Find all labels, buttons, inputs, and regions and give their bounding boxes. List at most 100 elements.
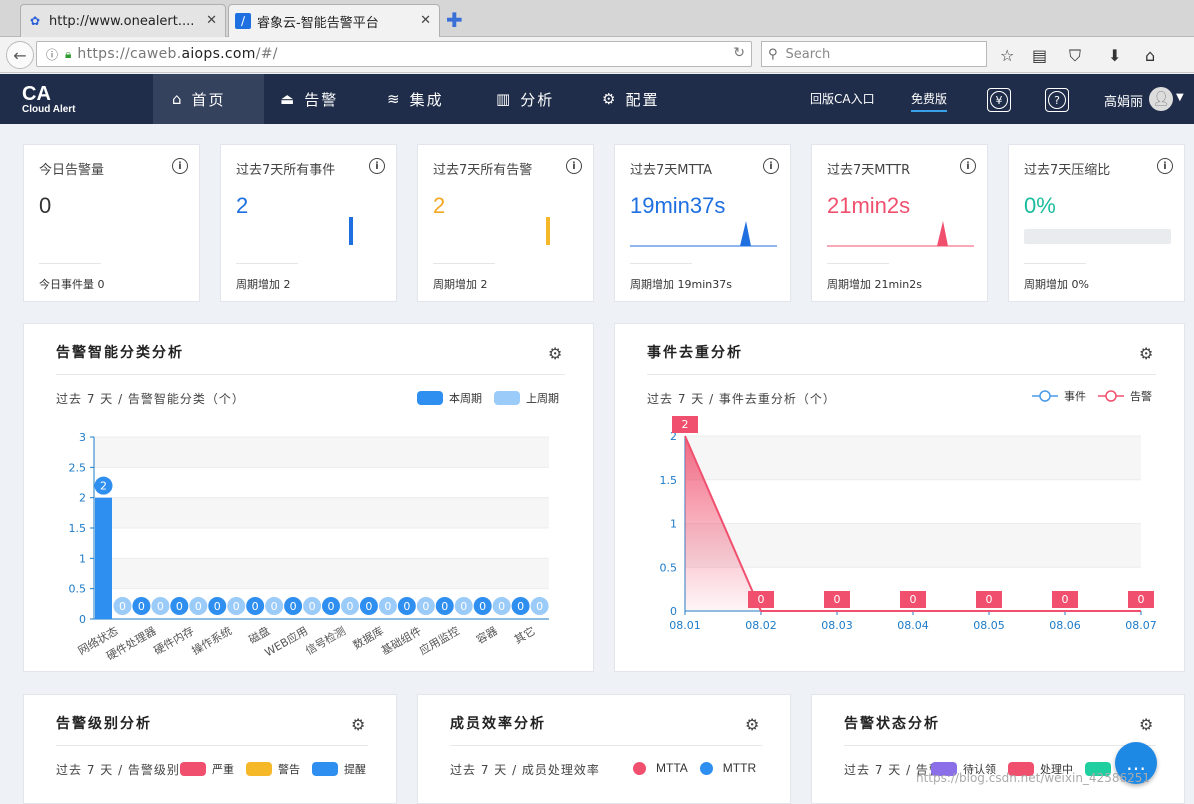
url-text: https://caweb.aiops.com/#/ xyxy=(77,46,278,62)
legend-swatch xyxy=(180,762,206,776)
download-icon[interactable]: ⬇ xyxy=(1108,46,1121,65)
data-label: 0 xyxy=(986,593,993,606)
y-tick-label: 2.5 xyxy=(69,461,87,474)
back-button[interactable]: ← xyxy=(6,41,34,69)
browser-tab-onealert[interactable]: ✿ http://www.onealert.... ✕ xyxy=(20,4,226,37)
bookmark-star-icon[interactable]: ☆ xyxy=(1000,46,1014,65)
data-label: 0 xyxy=(195,600,202,613)
info-icon[interactable]: i xyxy=(172,158,188,174)
billing-button[interactable]: ¥ xyxy=(987,88,1011,112)
legend: 严重 警告 提醒 xyxy=(180,761,366,777)
info-icon[interactable]: i xyxy=(369,158,385,174)
layers-icon: ≋ xyxy=(387,90,402,108)
new-tab-button[interactable]: ✚ xyxy=(446,8,463,32)
data-label: 0 xyxy=(365,600,372,613)
x-tick-label: 容器 xyxy=(474,623,500,646)
panel-title: 告警状态分析 xyxy=(844,716,940,732)
panel-member-efficiency: 成员效率分析 ⚙ 过去 7 天 / 成员处理效率 MTTA MTTR xyxy=(417,694,791,804)
y-tick-label: 0.5 xyxy=(660,561,678,574)
search-input[interactable]: ⚲ Search xyxy=(761,41,987,67)
logo[interactable]: CA Cloud Alert xyxy=(22,84,76,115)
gear-icon[interactable]: ⚙ xyxy=(745,715,759,734)
home-icon: ⌂ xyxy=(172,90,184,108)
kpi-value: 2 xyxy=(236,193,249,218)
data-label: 0 xyxy=(441,600,448,613)
panel-title: 告警级别分析 xyxy=(56,716,152,732)
nav-home[interactable]: ⌂ 首页 xyxy=(153,74,264,124)
data-label: 0 xyxy=(1138,593,1145,606)
info-icon[interactable]: i xyxy=(566,158,582,174)
reload-icon[interactable]: ↻ xyxy=(733,45,745,61)
app-favicon-icon: ∕ xyxy=(235,13,251,29)
data-label: 0 xyxy=(479,600,486,613)
kpi-sparkline xyxy=(827,221,974,247)
browser-tab-ruixiang[interactable]: ∕ 睿象云-智能告警平台 ✕ xyxy=(228,4,440,37)
info-icon[interactable]: i xyxy=(960,158,976,174)
close-icon[interactable]: ✕ xyxy=(206,13,217,28)
y-tick-label: 0 xyxy=(670,605,677,618)
chevron-down-icon[interactable]: ▼ xyxy=(1176,92,1184,103)
info-icon[interactable]: i xyxy=(763,158,779,174)
avatar[interactable]: 👤︎ xyxy=(1149,87,1173,111)
old-version-link[interactable]: 回版CA入口 xyxy=(810,90,875,107)
siren-icon: ⏏ xyxy=(280,90,297,108)
kpi-value: 2 xyxy=(433,193,446,218)
kpi-card-mttr: 过去7天MTTR i 21min2s 周期增加 21min2s xyxy=(811,144,988,302)
info-icon[interactable]: i xyxy=(1157,158,1173,174)
legend-swatch xyxy=(699,761,713,775)
legend-swatch xyxy=(312,762,338,776)
info-icon[interactable]: ⓘ xyxy=(43,46,61,63)
kpi-footer: 周期增加 0% xyxy=(1024,278,1089,291)
paw-icon: ✿ xyxy=(29,14,41,28)
kpi-footer: 周期增加 2 xyxy=(433,278,488,291)
nav-integrations[interactable]: ≋ 集成 xyxy=(387,74,444,124)
help-button[interactable]: ? xyxy=(1045,88,1069,112)
x-tick-label: 基础组件 xyxy=(379,623,424,657)
close-icon[interactable]: ✕ xyxy=(420,13,431,28)
divider xyxy=(450,745,762,746)
nav-label: 分析 xyxy=(520,90,555,109)
legend-label[interactable]: 警告 xyxy=(278,761,300,777)
data-label: 0 xyxy=(290,600,297,613)
gear-icon[interactable]: ⚙ xyxy=(1139,715,1153,734)
kpi-card-events: 过去7天所有事件 i 2 周期增加 2 xyxy=(220,144,397,302)
nav-alerts[interactable]: ⏏ 告警 xyxy=(280,74,338,124)
kpi-value: 0 xyxy=(39,193,52,218)
gear-icon[interactable]: ⚙ xyxy=(351,715,365,734)
legend-label[interactable]: MTTA xyxy=(656,761,688,775)
y-tick-label: 1.5 xyxy=(660,474,678,487)
nav-config[interactable]: ⚙ 配置 xyxy=(602,74,659,124)
x-tick-label: 其它 xyxy=(511,623,537,646)
legend-label[interactable]: 严重 xyxy=(212,761,234,777)
divider xyxy=(236,263,298,264)
legend-label[interactable]: MTTR xyxy=(723,761,756,775)
kpi-sparkbar xyxy=(546,217,550,245)
divider xyxy=(1024,263,1086,264)
x-tick-label: 08.04 xyxy=(897,619,929,632)
free-version-link[interactable]: 免费版 xyxy=(911,90,948,112)
user-name[interactable]: 高娟丽 xyxy=(1104,91,1143,110)
data-label: 0 xyxy=(384,600,391,613)
panel-event-dedupe: 事件去重分析 ⚙ 过去 7 天 / 事件去重分析（个） 事件 告警 0 0.5 1 1… xyxy=(614,323,1185,672)
x-tick-label: WEB应用 xyxy=(262,623,310,659)
legend-swatch xyxy=(633,761,646,775)
pocket-icon[interactable]: ⛉ xyxy=(1069,46,1081,66)
app-header: CA Cloud Alert ⌂ 首页 ⏏ 告警 ≋ 集成 ▥ 分析 ⚙ 配置 … xyxy=(0,74,1194,124)
kpi-sparkbar xyxy=(349,217,353,245)
reading-list-icon[interactable]: ▤ xyxy=(1032,46,1047,65)
divider xyxy=(56,745,368,746)
legend: MTTA MTTR xyxy=(633,761,756,775)
url-bar[interactable]: ⓘ 🔒︎ https://caweb.aiops.com/#/ ↻ xyxy=(36,41,752,67)
nav-analysis[interactable]: ▥ 分析 xyxy=(496,74,554,124)
x-tick-label: 磁盘 xyxy=(246,623,272,646)
kpi-title: 过去7天所有告警 xyxy=(433,163,533,178)
nav-label: 配置 xyxy=(625,90,660,109)
data-label: 0 xyxy=(422,600,429,613)
legend-label[interactable]: 提醒 xyxy=(344,761,366,777)
home-page-icon[interactable]: ⌂ xyxy=(1145,46,1155,65)
data-label: 0 xyxy=(517,600,524,613)
panel-subtitle: 过去 7 天 / 成员处理效率 xyxy=(450,763,600,777)
data-label: 0 xyxy=(328,600,335,613)
y-tick-label: 0 xyxy=(79,613,86,626)
browser-tab-bar: ✿ http://www.onealert.... ✕ ∕ 睿象云-智能告警平台… xyxy=(0,0,1194,37)
